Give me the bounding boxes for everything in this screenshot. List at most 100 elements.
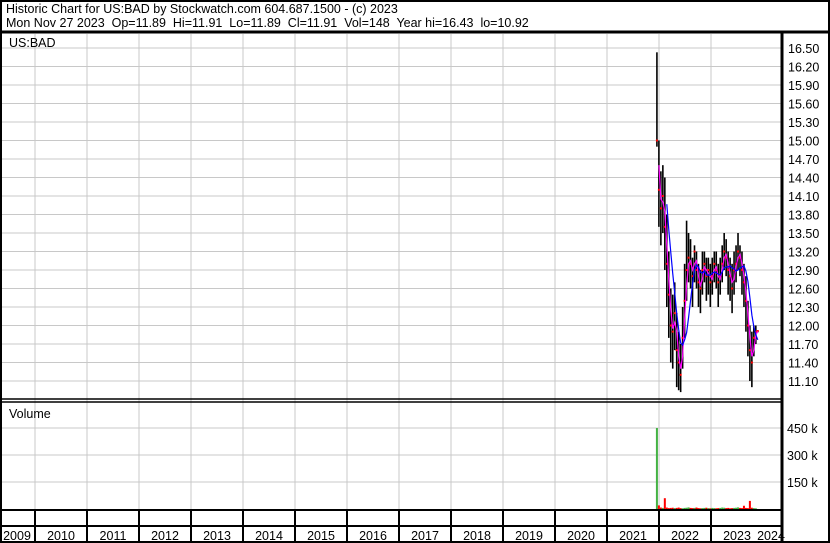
volume-bar	[752, 508, 755, 510]
price-tick-label: 15.00	[788, 135, 819, 149]
stock-chart: Historic Chart for US:BAD by Stockwatch.…	[0, 0, 830, 543]
volume-bar	[685, 507, 688, 509]
year-label: 2012	[151, 529, 179, 543]
volume-bar	[725, 508, 728, 510]
price-tick-label: 14.40	[788, 172, 819, 186]
volume-bar	[735, 507, 738, 509]
volume-bar	[665, 507, 668, 509]
close-marker	[737, 250, 740, 253]
price-tick-label: 11.40	[788, 357, 818, 371]
volume-bar	[693, 507, 696, 509]
close-marker	[685, 269, 688, 271]
price-tick-label: 16.50	[788, 42, 819, 56]
close-marker	[713, 262, 716, 265]
volume-bar	[731, 508, 734, 510]
volume-bar	[742, 505, 745, 509]
close-marker	[671, 330, 674, 333]
volume-bar	[663, 498, 666, 509]
volume-bar	[721, 507, 724, 509]
price-tick-label: 16.20	[788, 61, 819, 75]
price-tick-label: 11.70	[788, 338, 818, 352]
volume-bar	[737, 507, 740, 509]
volume-bar	[659, 507, 662, 509]
year-label: 2011	[100, 529, 127, 543]
volume-tick-label: 150 k	[787, 476, 818, 490]
close-marker	[655, 139, 658, 142]
volume-bar	[673, 508, 676, 510]
volume-bar	[667, 508, 670, 510]
close-marker	[750, 361, 753, 364]
year-label: 2017	[411, 529, 439, 543]
volume-bar	[713, 508, 716, 510]
volume-bar	[669, 507, 672, 509]
price-tick-label: 15.90	[788, 79, 819, 93]
year-label: 2020	[567, 529, 595, 543]
price-tick-label: 12.30	[788, 301, 819, 315]
volume-bar	[738, 507, 741, 509]
price-tick-label: 14.70	[788, 153, 819, 167]
year-label: 2013	[203, 529, 231, 543]
price-tick-label: 12.00	[788, 320, 819, 334]
volume-bar	[689, 507, 692, 509]
volume-panel-title: Volume	[9, 407, 51, 421]
price-tick-label: 13.20	[788, 246, 819, 260]
volume-bar	[748, 500, 751, 509]
close-marker	[679, 373, 682, 376]
price-tick-label: 12.60	[788, 283, 819, 297]
volume-bar	[719, 507, 722, 509]
volume-bar	[711, 507, 714, 509]
volume-bar	[705, 507, 708, 509]
volume-bar	[727, 507, 730, 509]
price-tick-label: 13.50	[788, 227, 819, 241]
volume-bar	[695, 507, 698, 509]
price-tick-label: 15.30	[788, 116, 819, 130]
price-tick-label: 14.10	[788, 190, 819, 204]
volume-bar	[661, 507, 664, 509]
volume-bar	[703, 507, 706, 509]
volume-bar	[657, 505, 660, 509]
year-label: 2009	[3, 529, 31, 543]
close-marker	[673, 312, 676, 315]
volume-bar	[677, 507, 680, 509]
price-tick-label: 13.80	[788, 209, 819, 223]
volume-bar	[691, 508, 694, 510]
year-label: 2014	[255, 529, 283, 543]
year-label: 2022	[671, 529, 699, 543]
year-label: 2018	[463, 529, 491, 543]
volume-bar	[744, 507, 747, 509]
close-marker	[703, 262, 706, 265]
year-label: 2019	[515, 529, 543, 543]
volume-bar	[723, 507, 726, 509]
year-label: 2021	[619, 529, 647, 543]
year-label: 2010	[47, 529, 75, 543]
price-tick-label: 15.60	[788, 98, 819, 112]
volume-bar	[750, 507, 753, 509]
volume-bar	[655, 428, 658, 509]
close-marker	[687, 256, 690, 259]
close-marker	[752, 336, 755, 339]
close-marker	[701, 269, 704, 271]
volume-bar	[697, 508, 700, 510]
close-marker	[675, 349, 678, 352]
close-marker	[657, 188, 660, 191]
year-label: 2015	[307, 529, 335, 543]
volume-bar	[701, 508, 704, 510]
volume-bar	[740, 508, 743, 510]
volume-bar	[707, 508, 710, 510]
price-panel-title: US:BAD	[9, 36, 56, 50]
volume-tick-label: 450 k	[787, 422, 818, 436]
price-tick-label: 11.10	[788, 375, 818, 389]
chart-header-title: Historic Chart for US:BAD by Stockwatch.…	[6, 2, 398, 16]
close-marker	[693, 250, 696, 253]
close-marker	[723, 250, 726, 253]
year-label: 2024	[757, 529, 785, 543]
chart-background	[0, 0, 830, 543]
close-marker	[661, 195, 664, 197]
volume-bar	[675, 507, 678, 509]
close-marker	[707, 269, 710, 271]
chart-header-quote: Mon Nov 27 2023 Op=11.89 Hi=11.91 Lo=11.…	[6, 16, 529, 30]
volume-bar	[683, 507, 686, 509]
volume-bar	[679, 508, 682, 510]
year-label: 2016	[359, 529, 387, 543]
volume-bar	[687, 507, 690, 509]
